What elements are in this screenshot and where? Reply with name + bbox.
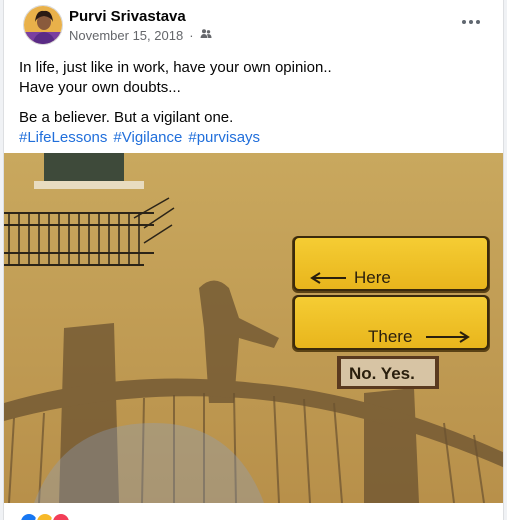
post-card: Purvi Srivastava November 15, 2018 · In: [3, 0, 504, 520]
sign-here-text: Here: [354, 268, 391, 287]
post-line: Have your own doubts...: [19, 79, 181, 96]
avatar[interactable]: [23, 5, 63, 45]
friends-icon[interactable]: [200, 28, 212, 43]
post-photo[interactable]: Here There No. Yes.: [4, 153, 503, 504]
sign-there-text: There: [368, 327, 412, 346]
love-icon: [51, 512, 71, 520]
post-date[interactable]: November 15, 2018: [69, 28, 183, 43]
sign-plaque-text: No. Yes.: [349, 364, 415, 383]
hashtag-lifelessons[interactable]: #LifeLessons: [19, 128, 107, 148]
reaction-icons[interactable]: [19, 512, 71, 520]
post-text: In life, just like in work, have your ow…: [19, 58, 489, 148]
post-meta: November 15, 2018 ·: [69, 28, 212, 43]
post-line: In life, just like in work, have your ow…: [19, 59, 332, 76]
hashtag-list: #LifeLessons #Vigilance #purvisays: [19, 128, 489, 148]
author-name[interactable]: Purvi Srivastava: [69, 8, 186, 25]
post-header: Purvi Srivastava November 15, 2018 ·: [4, 0, 503, 52]
more-options-button[interactable]: [459, 10, 483, 34]
hashtag-purvisays[interactable]: #purvisays: [188, 128, 260, 148]
post-line: Be a believer. But a vigilant one.: [19, 109, 234, 126]
hashtag-vigilance[interactable]: #Vigilance: [113, 128, 182, 148]
meta-separator: ·: [189, 28, 194, 43]
more-dots-icon: [462, 20, 480, 24]
